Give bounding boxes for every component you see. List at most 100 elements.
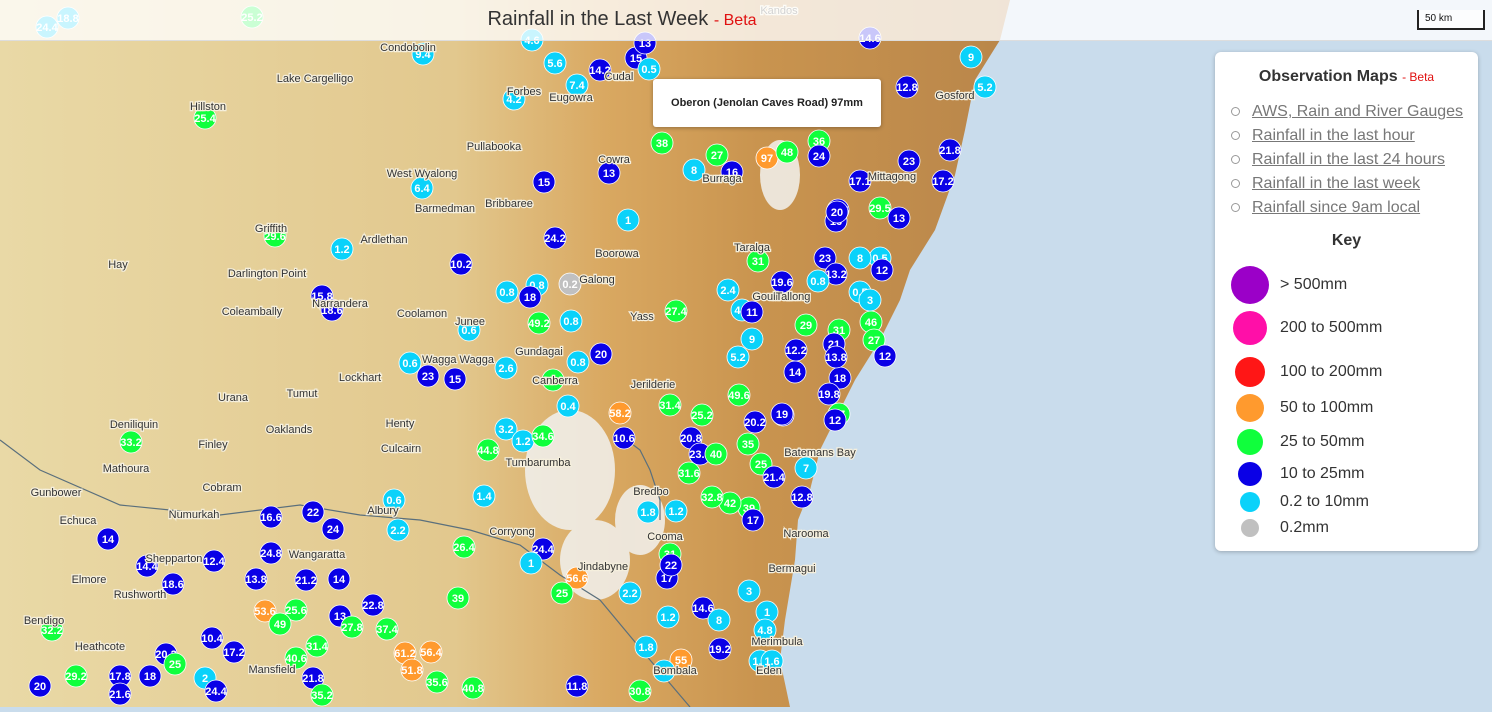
station-marker[interactable]: 32.8 — [700, 485, 724, 509]
station-marker[interactable]: 1 — [616, 208, 640, 232]
station-marker[interactable]: 48 — [775, 140, 799, 164]
station-marker[interactable]: 5.2 — [973, 75, 997, 99]
station-marker[interactable]: 24.8 — [259, 541, 283, 565]
station-marker[interactable]: 13.8 — [244, 567, 268, 591]
station-marker[interactable]: 18 — [138, 664, 162, 688]
station-marker[interactable]: 15 — [532, 170, 556, 194]
station-marker[interactable]: 35 — [736, 432, 760, 456]
station-marker[interactable]: 14 — [783, 360, 807, 384]
station-marker[interactable]: 31.4 — [658, 393, 682, 417]
station-marker[interactable]: 40 — [704, 442, 728, 466]
station-marker[interactable]: 35.6 — [425, 670, 449, 694]
station-marker[interactable]: 12.4 — [202, 549, 226, 573]
station-marker[interactable]: 38 — [650, 131, 674, 155]
station-marker[interactable]: 24 — [807, 144, 831, 168]
station-marker[interactable]: 56.4 — [419, 640, 443, 664]
station-marker[interactable]: 49 — [268, 612, 292, 636]
station-marker[interactable]: 1 — [519, 551, 543, 575]
station-marker[interactable]: 22 — [659, 553, 683, 577]
station-marker[interactable]: 30.8 — [628, 679, 652, 703]
station-marker[interactable]: 22.8 — [361, 593, 385, 617]
station-marker[interactable]: 21.8 — [938, 138, 962, 162]
station-marker[interactable]: 27.4 — [664, 299, 688, 323]
station-marker[interactable]: 1.2 — [656, 605, 680, 629]
station-marker[interactable]: 2.2 — [386, 518, 410, 542]
station-marker[interactable]: 20 — [28, 674, 52, 698]
station-marker[interactable]: 17.2 — [931, 169, 955, 193]
station-marker[interactable]: 2.4 — [716, 278, 740, 302]
station-marker[interactable]: 2.6 — [494, 356, 518, 380]
station-marker[interactable]: 97 — [755, 146, 779, 170]
station-marker[interactable]: 1.8 — [634, 635, 658, 659]
station-marker[interactable]: 16.6 — [259, 505, 283, 529]
station-marker[interactable]: 18 — [518, 285, 542, 309]
station-marker[interactable]: 17.2 — [222, 640, 246, 664]
station-marker[interactable]: 25 — [163, 652, 187, 676]
station-marker[interactable]: 0.6 — [398, 351, 422, 375]
station-marker[interactable]: 21.6 — [108, 682, 132, 706]
station-marker[interactable]: 11 — [740, 300, 764, 324]
station-marker[interactable]: 1.2 — [330, 237, 354, 261]
station-marker[interactable]: 24.4 — [204, 679, 228, 703]
station-marker[interactable]: 39 — [446, 586, 470, 610]
station-marker[interactable]: 29.2 — [64, 664, 88, 688]
station-marker[interactable]: 8 — [848, 246, 872, 270]
station-marker[interactable]: 0.8 — [806, 269, 830, 293]
station-marker[interactable]: 24.2 — [543, 226, 567, 250]
station-marker[interactable]: 5.2 — [726, 345, 750, 369]
station-marker[interactable]: 25.2 — [690, 403, 714, 427]
station-marker[interactable]: 40.8 — [461, 676, 485, 700]
station-marker[interactable]: 12 — [823, 408, 847, 432]
station-marker[interactable]: 3 — [737, 579, 761, 603]
station-marker[interactable]: 11.8 — [565, 674, 589, 698]
station-marker[interactable]: 13 — [887, 206, 911, 230]
station-marker[interactable]: 1.2 — [511, 429, 535, 453]
station-marker[interactable]: 3 — [858, 288, 882, 312]
station-marker[interactable]: 13.8 — [824, 345, 848, 369]
station-marker[interactable]: 44.8 — [476, 438, 500, 462]
station-marker[interactable]: 1.4 — [472, 484, 496, 508]
station-marker[interactable]: 25 — [550, 581, 574, 605]
station-marker[interactable]: 19.2 — [708, 637, 732, 661]
link-last-week[interactable]: Rainfall in the last week — [1252, 175, 1420, 192]
station-marker[interactable]: 6.4 — [410, 176, 434, 200]
station-marker[interactable]: 0.8 — [495, 280, 519, 304]
station-marker[interactable]: 5.6 — [543, 51, 567, 75]
station-marker[interactable]: 33.2 — [119, 430, 143, 454]
station-marker[interactable]: 20 — [589, 342, 613, 366]
station-marker[interactable]: 15 — [443, 367, 467, 391]
station-marker[interactable]: 37.4 — [375, 617, 399, 641]
station-marker[interactable]: 12.8 — [895, 75, 919, 99]
station-marker[interactable]: 29 — [794, 313, 818, 337]
station-marker[interactable]: 27 — [705, 143, 729, 167]
station-marker[interactable]: 0.8 — [566, 350, 590, 374]
station-marker[interactable]: 19.6 — [770, 270, 794, 294]
station-marker[interactable]: 35.2 — [310, 683, 334, 707]
station-marker[interactable]: 21.2 — [294, 568, 318, 592]
station-marker[interactable]: 0.2 — [558, 272, 582, 296]
station-marker[interactable]: 23 — [416, 364, 440, 388]
station-marker[interactable]: 31.6 — [677, 461, 701, 485]
station-marker[interactable]: 9 — [740, 327, 764, 351]
station-marker[interactable]: 8 — [707, 608, 731, 632]
station-marker[interactable]: 12 — [873, 344, 897, 368]
station-marker[interactable]: 10.2 — [449, 252, 473, 276]
station-marker[interactable]: 9 — [959, 45, 983, 69]
station-marker[interactable]: 12 — [870, 258, 894, 282]
station-marker[interactable]: 26.4 — [452, 535, 476, 559]
link-last-hour[interactable]: Rainfall in the last hour — [1252, 127, 1415, 144]
link-since-9am[interactable]: Rainfall since 9am local — [1252, 199, 1420, 216]
link-aws-gauges[interactable]: AWS, Rain and River Gauges — [1252, 103, 1463, 120]
station-marker[interactable]: 19 — [770, 402, 794, 426]
station-marker[interactable]: 0.4 — [556, 394, 580, 418]
station-marker[interactable]: 10.6 — [612, 426, 636, 450]
station-marker[interactable]: 49.6 — [727, 383, 751, 407]
station-marker[interactable]: 23 — [897, 149, 921, 173]
station-marker[interactable]: 10.4 — [200, 626, 224, 650]
station-marker[interactable]: 1.8 — [636, 500, 660, 524]
link-last-24-hours[interactable]: Rainfall in the last 24 hours — [1252, 151, 1445, 168]
station-marker[interactable]: 7 — [794, 456, 818, 480]
station-marker[interactable]: 24 — [321, 517, 345, 541]
station-marker[interactable]: 27.8 — [340, 615, 364, 639]
station-marker[interactable]: 1.2 — [664, 499, 688, 523]
